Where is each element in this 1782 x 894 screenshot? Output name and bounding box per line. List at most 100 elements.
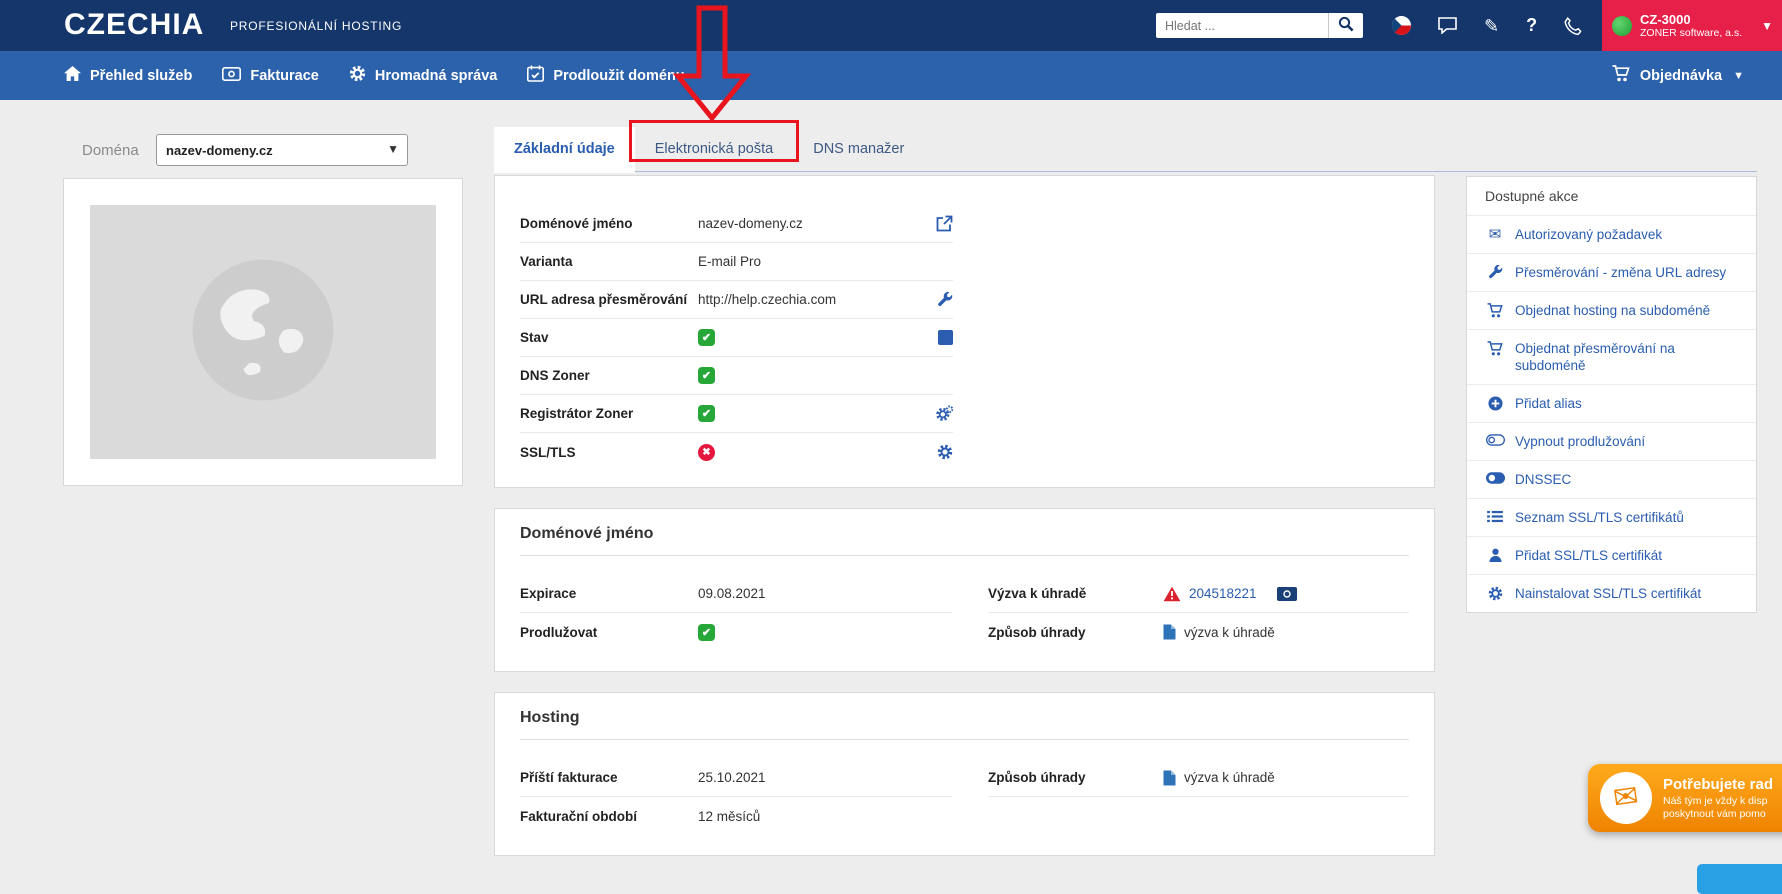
warning-icon [1163, 586, 1181, 602]
search-button[interactable] [1328, 13, 1363, 38]
action-seznam-certifikatu[interactable]: Seznam SSL/TLS certifikátů [1467, 499, 1756, 537]
action-vypnout-prodluzovani[interactable]: Vypnout prodlužování [1467, 423, 1756, 461]
row-label: SSL/TLS [520, 445, 698, 460]
main-nav: Přehled služeb Fakturace Hromadná správa… [0, 51, 1782, 100]
action-dnssec[interactable]: DNSSEC [1467, 461, 1756, 499]
table-row: Výzva k úhradě 204518221 [988, 575, 1409, 613]
partially-visible-button[interactable] [1697, 864, 1782, 894]
action-pridat-alias[interactable]: Přidat alias [1467, 385, 1756, 423]
tab-zakladni-udaje[interactable]: Základní údaje [494, 127, 635, 173]
gears-icon[interactable] [936, 405, 953, 422]
basic-info-card: Doménové jméno nazev-domeny.cz Varianta … [494, 175, 1435, 488]
hosting-card: Hosting Příští fakturace 25.10.2021 Fakt… [494, 692, 1435, 856]
help-icon[interactable]: ? [1526, 15, 1537, 36]
row-label: Fakturační období [520, 809, 698, 824]
account-status-dot [1612, 16, 1632, 36]
row-label: Stav [520, 330, 698, 345]
nav-item-hromadna-sprava[interactable]: Hromadná správa [349, 65, 498, 86]
row-value: výzva k úhradě [1184, 770, 1275, 785]
help-widget-text: Potřebujete rad Náš tým je vždy k disp p… [1663, 776, 1773, 821]
row-label: Výzva k úhradě [988, 586, 1163, 601]
help-widget-title: Potřebujete rad [1663, 776, 1773, 793]
wrench-icon[interactable] [937, 292, 953, 308]
tab-dns-manazer[interactable]: DNS manažer [793, 127, 924, 171]
action-nainstalovat-certifikat[interactable]: Nainstalovat SSL/TLS certifikát [1467, 575, 1756, 612]
table-row: Fakturační období 12 měsíců [520, 797, 952, 835]
row-value: http://help.czechia.com [698, 292, 836, 307]
help-widget-line: Náš tým je vždy k disp [1663, 795, 1773, 808]
envelope-icon: ✉ [1611, 781, 1640, 814]
domain-select[interactable]: nazev-domeny.cz [156, 134, 408, 166]
table-row: DNS Zoner ✔ [520, 357, 953, 395]
nav-item-prodlouzit-domenu[interactable]: Prodloužit doménu [527, 65, 684, 86]
invoice-number-link[interactable]: 204518221 [1189, 586, 1257, 601]
cart-icon [1485, 303, 1505, 318]
available-actions-panel: Dostupné akce ✉ Autorizovaný požadavek P… [1466, 176, 1757, 613]
account-text: CZ-3000 ZONER software, a.s. [1640, 12, 1742, 39]
tab-elektronicka-posta[interactable]: Elektronická pošta [635, 127, 793, 171]
toggle-off-icon [1485, 434, 1505, 446]
row-label: Prodlužovat [520, 625, 698, 640]
order-button-label: Objednávka [1640, 68, 1722, 84]
gear-icon [1485, 586, 1505, 601]
status-ok-icon: ✔ [698, 367, 715, 384]
phone-icon[interactable] [1564, 17, 1582, 35]
card-title: Doménové jméno [520, 525, 653, 543]
invoice-icon[interactable] [1277, 587, 1297, 601]
action-label: Přidat SSL/TLS certifikát [1515, 547, 1662, 564]
nav-item-prehled-sluzeb[interactable]: Přehled služeb [64, 66, 192, 86]
action-label: Autorizovaný požadavek [1515, 226, 1662, 243]
invoice-icon [222, 67, 241, 85]
actions-title: Dostupné akce [1467, 177, 1756, 216]
header-icon-group: ✎ ? [1392, 0, 1582, 51]
row-label: Doménové jméno [520, 216, 698, 231]
row-value: 09.08.2021 [698, 586, 766, 601]
row-label: Expirace [520, 586, 698, 601]
action-presmerovani-url[interactable]: Přesměrování - změna URL adresy [1467, 254, 1756, 292]
divider [520, 739, 1409, 740]
action-label: Nainstalovat SSL/TLS certifikát [1515, 585, 1701, 602]
home-icon [64, 66, 81, 86]
action-pridat-certifikat[interactable]: Přidat SSL/TLS certifikát [1467, 537, 1756, 575]
status-ok-icon: ✔ [698, 405, 715, 422]
action-objednat-hosting-subdomena[interactable]: Objednat hosting na subdoméně [1467, 292, 1756, 330]
nav-item-fakturace[interactable]: Fakturace [222, 67, 319, 85]
help-chat-widget[interactable]: ✉ Potřebujete rad Náš tým je vždy k disp… [1588, 764, 1782, 832]
header-tagline: PROFESIONÁLNÍ HOSTING [230, 19, 402, 33]
table-row: URL adresa přesměrování http://help.czec… [520, 281, 953, 319]
blue-square-icon[interactable] [938, 330, 953, 345]
help-widget-line: poskytnout vám pomo [1663, 808, 1773, 821]
logo[interactable]: CZECHIA [64, 8, 204, 42]
action-label: Objednat přesměrování na subdoméně [1515, 340, 1738, 374]
row-label: Registrátor Zoner [520, 406, 698, 421]
table-row: Příští fakturace 25.10.2021 [520, 759, 952, 797]
gear-icon[interactable] [937, 444, 953, 460]
search-input[interactable] [1156, 13, 1328, 38]
plus-circle-icon [1485, 396, 1505, 411]
row-label: Varianta [520, 254, 698, 269]
chevron-down-icon: ▼ [1761, 19, 1773, 33]
account-menu[interactable]: CZ-3000 ZONER software, a.s. ▼ [1602, 0, 1782, 51]
action-label: Vypnout prodlužování [1515, 433, 1645, 450]
table-row: Varianta E-mail Pro [520, 243, 953, 281]
file-icon [1163, 624, 1176, 640]
table-row: Expirace 09.08.2021 [520, 575, 952, 613]
chat-icon[interactable] [1438, 17, 1457, 34]
row-label: DNS Zoner [520, 368, 698, 383]
external-link-icon[interactable] [936, 215, 953, 232]
action-label: Seznam SSL/TLS certifikátů [1515, 509, 1684, 526]
order-button[interactable]: Objednávka ▼ [1612, 51, 1744, 100]
list-icon [1485, 510, 1505, 523]
action-objednat-presmerovani-subdomena[interactable]: Objednat přesměrování na subdoméně [1467, 330, 1756, 385]
action-autorizovany-pozadavek[interactable]: ✉ Autorizovaný požadavek [1467, 216, 1756, 254]
pencil-icon[interactable]: ✎ [1484, 17, 1499, 35]
table-row: SSL/TLS ✖ [520, 433, 953, 471]
tab-label: Elektronická pošta [655, 141, 773, 157]
chevron-down-icon: ▼ [1733, 70, 1744, 82]
search-bar [1156, 13, 1363, 38]
czech-flag-icon[interactable] [1392, 16, 1411, 35]
row-value: 25.10.2021 [698, 770, 766, 785]
user-icon [1485, 548, 1505, 562]
row-label: Příští fakturace [520, 770, 698, 785]
account-code: CZ-3000 [1640, 12, 1742, 27]
